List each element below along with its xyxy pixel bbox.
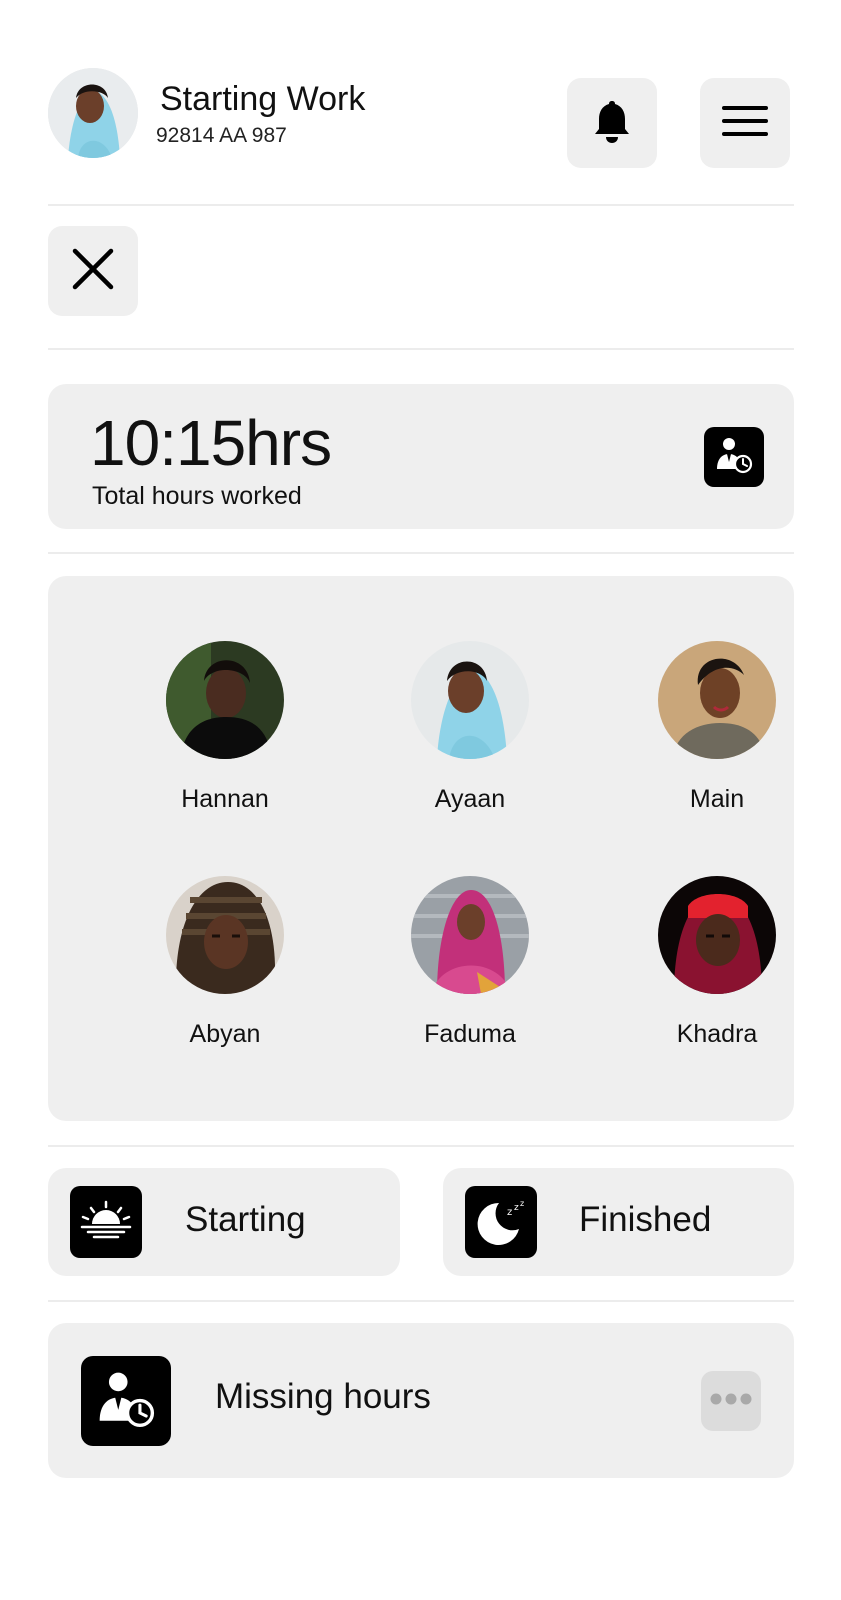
member-name: Main	[689, 785, 745, 813]
team-member[interactable]: Faduma	[370, 876, 570, 1049]
close-button[interactable]	[48, 226, 138, 316]
finished-tile: z z z	[465, 1186, 537, 1258]
divider	[48, 1145, 794, 1147]
sunrise-icon	[78, 1198, 134, 1247]
profile-avatar[interactable]	[48, 68, 138, 158]
worker-clock-icon	[95, 1368, 157, 1435]
member-avatar	[411, 641, 529, 759]
moon-sleep-icon: z z z	[475, 1195, 527, 1250]
team-card: Hannan Ayaan Main Abyan Faduma Khadra	[48, 576, 794, 1121]
member-name: Faduma	[424, 1020, 516, 1048]
page-title: Starting Work	[160, 80, 366, 118]
divider	[48, 348, 794, 350]
member-avatar	[411, 876, 529, 994]
member-avatar	[166, 641, 284, 759]
bell-icon	[593, 99, 631, 148]
hours-badge	[704, 427, 764, 487]
member-name: Hannan	[181, 785, 269, 813]
more-options-button[interactable]	[701, 1371, 761, 1431]
team-member[interactable]: Abyan	[125, 876, 325, 1049]
member-avatar	[658, 876, 776, 994]
divider	[48, 1300, 794, 1302]
team-member[interactable]: Main	[617, 641, 817, 814]
finished-label: Finished	[579, 1200, 712, 1239]
notifications-button[interactable]	[567, 78, 657, 168]
member-avatar	[658, 641, 776, 759]
member-name: Abyan	[189, 1020, 261, 1048]
menu-button[interactable]	[700, 78, 790, 168]
close-icon	[72, 248, 114, 295]
total-hours-label: Total hours worked	[92, 482, 302, 510]
user-id: 92814 AA 987	[156, 124, 287, 147]
team-member[interactable]: Hannan	[125, 641, 325, 814]
svg-text:z: z	[514, 1203, 519, 1213]
total-hours-value: 10:15hrs	[90, 407, 332, 479]
total-hours-card: 10:15hrs Total hours worked	[48, 384, 794, 529]
svg-text:z: z	[507, 1207, 512, 1218]
team-member[interactable]: Khadra	[617, 876, 817, 1049]
worker-clock-icon	[714, 435, 754, 480]
member-avatar	[166, 876, 284, 994]
svg-text:z: z	[520, 1199, 524, 1208]
hamburger-menu-icon	[722, 105, 768, 141]
starting-button[interactable]: Starting	[48, 1168, 400, 1276]
missing-hours-card[interactable]: Missing hours	[48, 1323, 794, 1478]
member-name: Khadra	[676, 1020, 758, 1048]
team-member[interactable]: Ayaan	[370, 641, 570, 814]
missing-hours-label: Missing hours	[215, 1377, 431, 1416]
finished-button[interactable]: z z z Finished	[443, 1168, 794, 1276]
missing-hours-tile	[81, 1356, 171, 1446]
divider	[48, 204, 794, 206]
divider	[48, 552, 794, 554]
more-dots-icon	[710, 1392, 752, 1410]
starting-tile	[70, 1186, 142, 1258]
member-name: Ayaan	[434, 785, 506, 813]
starting-label: Starting	[185, 1200, 306, 1239]
